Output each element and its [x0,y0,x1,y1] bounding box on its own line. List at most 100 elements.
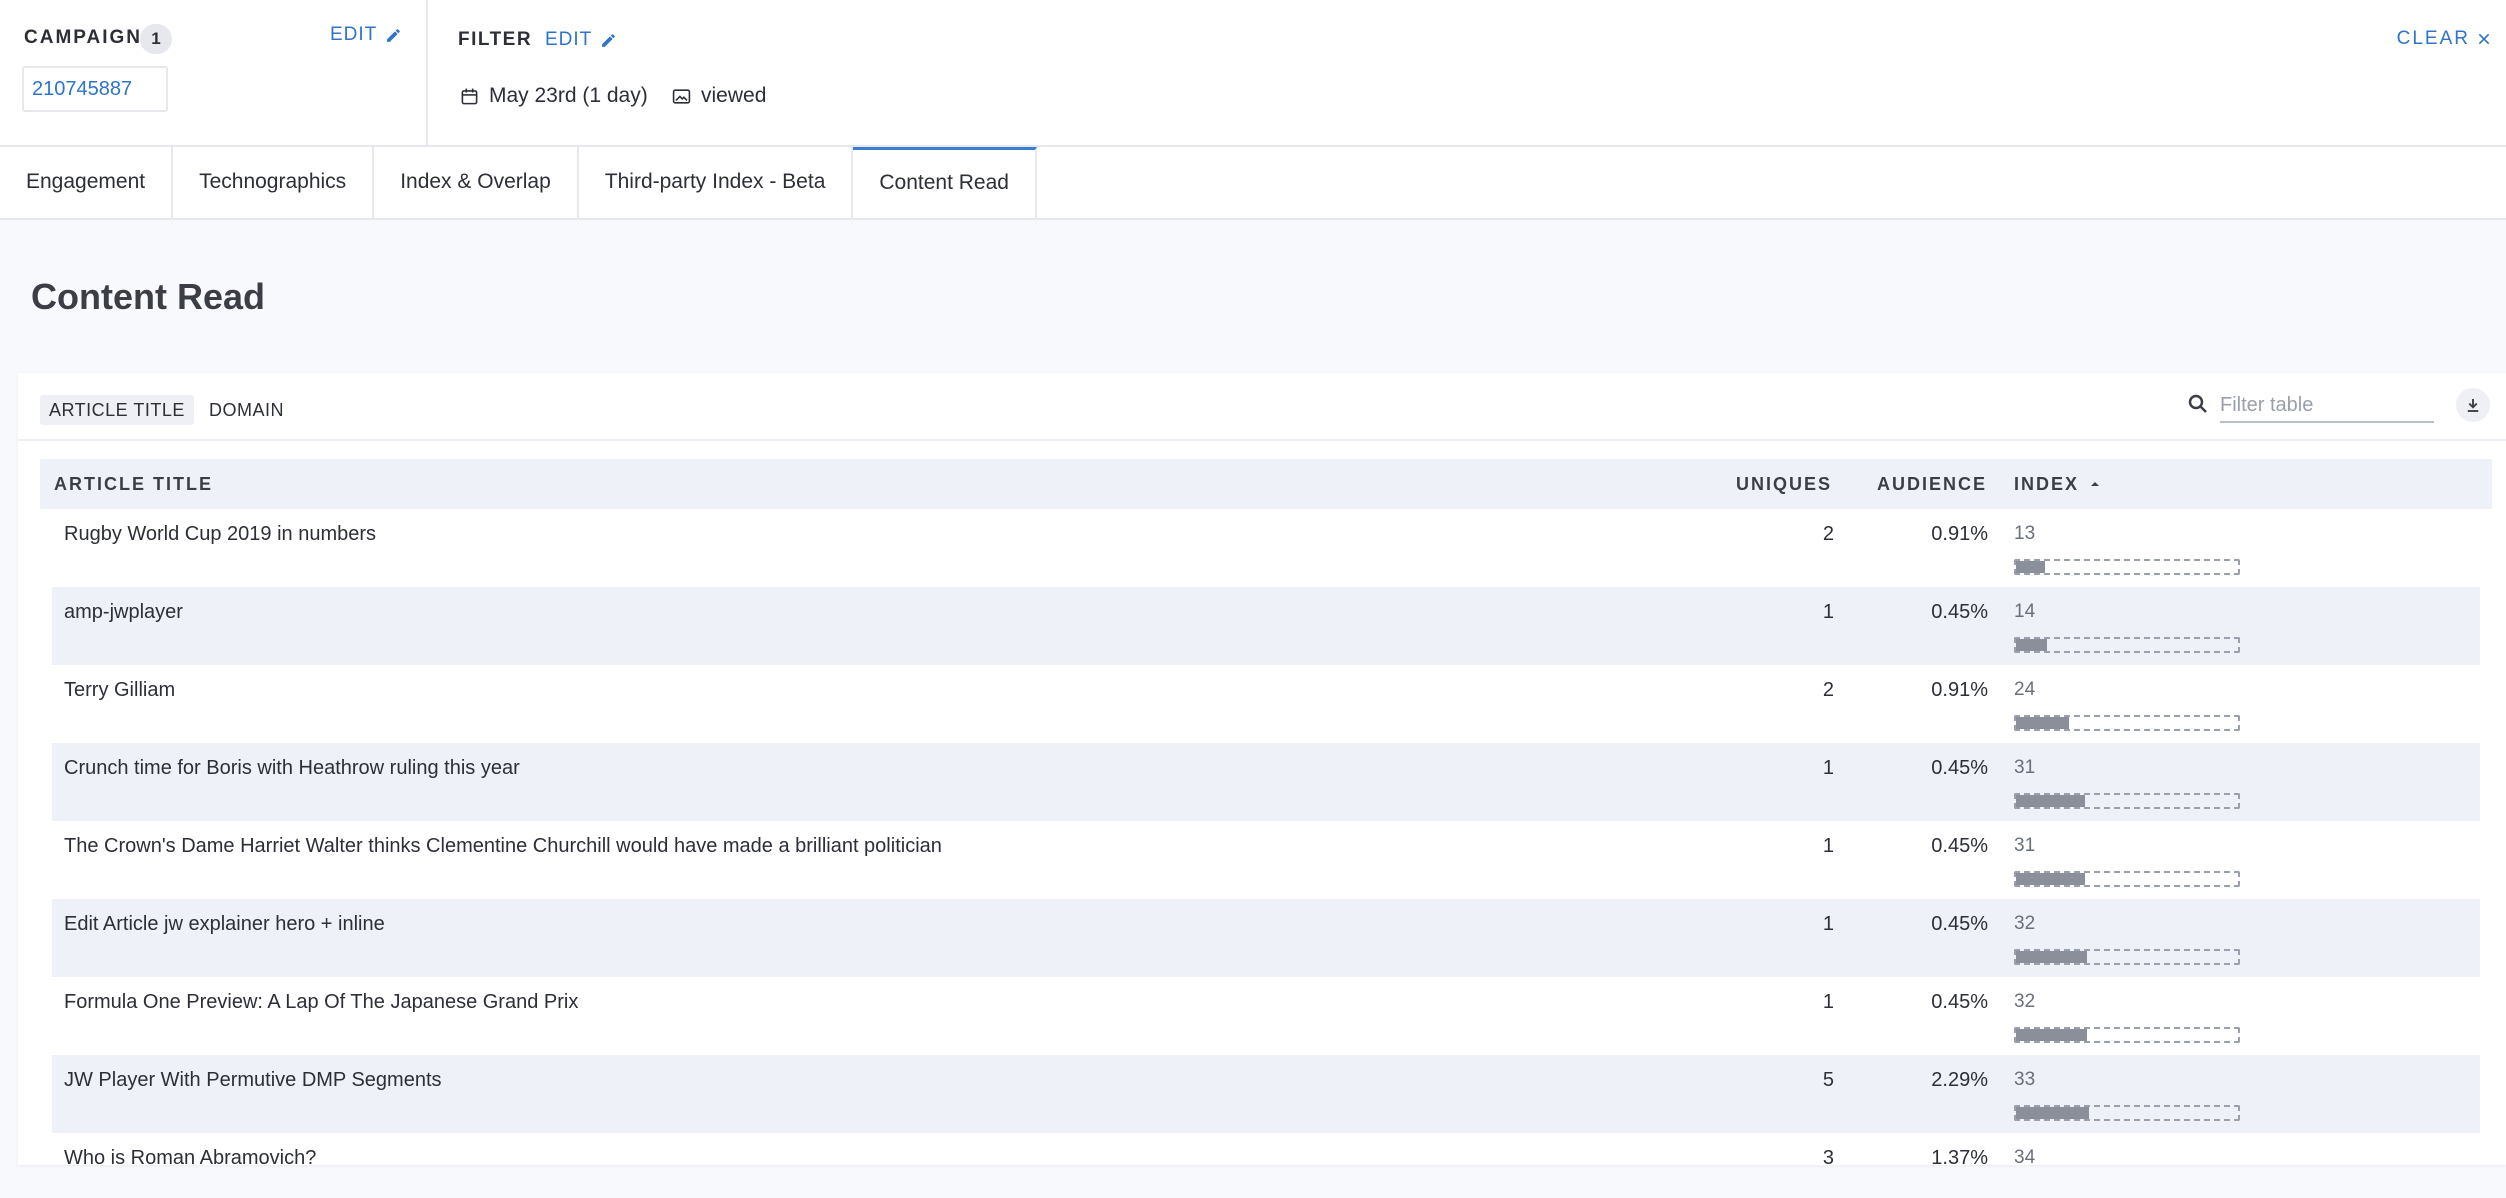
index-value: 24 [2014,679,2036,700]
column-header-index[interactable]: INDEX [2014,459,2101,509]
view-domain-button[interactable]: DOMAIN [200,395,293,425]
tab-engagement[interactable]: Engagement [0,147,174,220]
index-bar-fill [2016,1107,2090,1119]
date-filter-chip[interactable]: May 23rd (1 day) [460,84,648,108]
uniques-cell: 5 [1822,1069,1834,1091]
image-icon [672,88,691,104]
uniques-cell: 1 [1822,835,1834,857]
pencil-icon [387,28,401,42]
table-row[interactable]: Terry Gilliam 2 0.91% 24 [52,665,2480,743]
index-bar [2014,715,2240,731]
date-filter-label: May 23rd (1 day) [489,84,648,107]
index-bar-fill [2016,873,2085,885]
view-article-title-button[interactable]: ARTICLE TITLE [40,395,194,425]
column-header-article-title[interactable]: ARTICLE TITLE [54,459,213,509]
index-value: 13 [2014,523,2036,544]
sort-ascending-icon [2091,482,2100,486]
event-filter-label: viewed [701,84,767,107]
search-icon [2188,394,2207,413]
article-title-cell: Formula One Preview: A Lap Of The Japane… [64,991,579,1013]
tab-content-read[interactable]: Content Read [853,147,1037,220]
table-header: ARTICLE TITLE UNIQUES AUDIENCE INDEX [40,459,2492,509]
index-value: 33 [2014,1069,2036,1090]
index-bar-fill [2016,951,2088,963]
index-bar-fill [2016,795,2085,807]
uniques-cell: 1 [1822,601,1834,623]
index-value: 32 [2014,913,2036,934]
tab-technographics[interactable]: Technographics [173,147,375,220]
audience-cell: 0.45% [1931,601,1988,623]
uniques-cell: 2 [1822,679,1834,701]
index-value: 14 [2014,601,2036,622]
audience-cell: 2.29% [1931,1069,1988,1091]
audience-cell: 0.91% [1931,679,1988,701]
article-title-cell: amp-jwplayer [64,601,183,623]
index-value: 32 [2014,991,2036,1012]
table-row[interactable]: Formula One Preview: A Lap Of The Japane… [52,977,2480,1055]
audience-cell: 0.45% [1931,835,1988,857]
table-row[interactable]: Edit Article jw explainer hero + inline … [52,899,2480,977]
audience-cell: 0.91% [1931,523,1988,545]
article-title-cell: Crunch time for Boris with Heathrow ruli… [64,757,520,779]
filter-edit-button[interactable]: EDIT [545,29,617,51]
uniques-cell: 1 [1822,913,1834,935]
index-bar [2014,559,2240,575]
article-title-cell: The Crown's Dame Harriet Walter thinks C… [64,835,942,857]
download-button[interactable] [2456,388,2490,422]
content-read-card: ARTICLE TITLE DOMAIN ARTICLE TITLE UNIQU… [18,373,2506,1165]
column-header-uniques[interactable]: UNIQUES [1736,459,1832,509]
uniques-cell: 1 [1822,757,1834,779]
campaign-id-chip[interactable]: 210745887 [22,66,168,112]
table-row[interactable]: Crunch time for Boris with Heathrow ruli… [52,743,2480,821]
index-bar-fill [2016,561,2045,573]
filter-table-input[interactable] [2220,389,2434,423]
event-filter-chip[interactable]: viewed [672,84,766,108]
table-row[interactable]: Rugby World Cup 2019 in numbers 2 0.91% … [52,509,2480,587]
uniques-cell: 1 [1822,991,1834,1013]
download-icon [2467,399,2479,412]
close-icon [2478,33,2490,45]
tab-third-party-index[interactable]: Third-party Index - Beta [579,147,854,220]
campaign-label: CAMPAIGN [24,27,143,48]
report-tabs: Engagement Technographics Index & Overla… [0,147,2506,220]
index-bar [2014,871,2240,887]
tab-index-overlap[interactable]: Index & Overlap [374,147,579,220]
table-row[interactable]: amp-jwplayer 1 0.45% 14 [52,587,2480,665]
pencil-icon [602,33,616,47]
audience-cell: 0.45% [1931,757,1988,779]
campaign-count-badge: 1 [140,24,172,54]
clear-label: CLEAR [2396,28,2470,49]
index-bar [2014,949,2240,965]
card-toolbar: ARTICLE TITLE DOMAIN [18,373,2506,441]
audience-cell: 0.45% [1931,913,1988,935]
clear-filters-button[interactable]: CLEAR [2397,28,2492,50]
campaign-panel: CAMPAIGN 1 EDIT 210745887 [0,0,428,147]
table-row[interactable]: Who is Roman Abramovich? 3 1.37% 34 [52,1133,2480,1165]
page-title: Content Read [31,276,265,317]
article-title-cell: Edit Article jw explainer hero + inline [64,913,385,935]
audience-cell: 0.45% [1931,991,1988,1013]
uniques-cell: 2 [1822,523,1834,545]
column-header-index-label: INDEX [2014,474,2080,494]
index-bar [2014,1105,2240,1121]
index-bar-fill [2016,1029,2088,1041]
table-body: Rugby World Cup 2019 in numbers 2 0.91% … [40,509,2492,1165]
index-bar-fill [2016,639,2048,651]
top-header: CAMPAIGN 1 EDIT 210745887 FILTER EDIT Ma… [0,0,2506,147]
index-bar [2014,637,2240,653]
index-value: 31 [2014,835,2036,856]
column-header-audience[interactable]: AUDIENCE [1877,459,1987,509]
index-bar [2014,793,2240,809]
filter-edit-label: EDIT [545,29,593,50]
calendar-icon [461,88,478,104]
article-title-cell: Rugby World Cup 2019 in numbers [64,523,377,545]
article-title-cell: Who is Roman Abramovich? [64,1147,317,1165]
audience-cell: 1.37% [1931,1147,1988,1165]
table-row[interactable]: JW Player With Permutive DMP Segments 5 … [52,1055,2480,1133]
index-bar-fill [2016,717,2070,729]
filter-panel: FILTER EDIT May 23rd (1 day) viewed CLEA… [430,0,2506,147]
table-row[interactable]: The Crown's Dame Harriet Walter thinks C… [52,821,2480,899]
campaign-edit-button[interactable]: EDIT [330,24,402,46]
campaign-edit-label: EDIT [330,24,378,45]
article-title-cell: JW Player With Permutive DMP Segments [64,1069,442,1091]
